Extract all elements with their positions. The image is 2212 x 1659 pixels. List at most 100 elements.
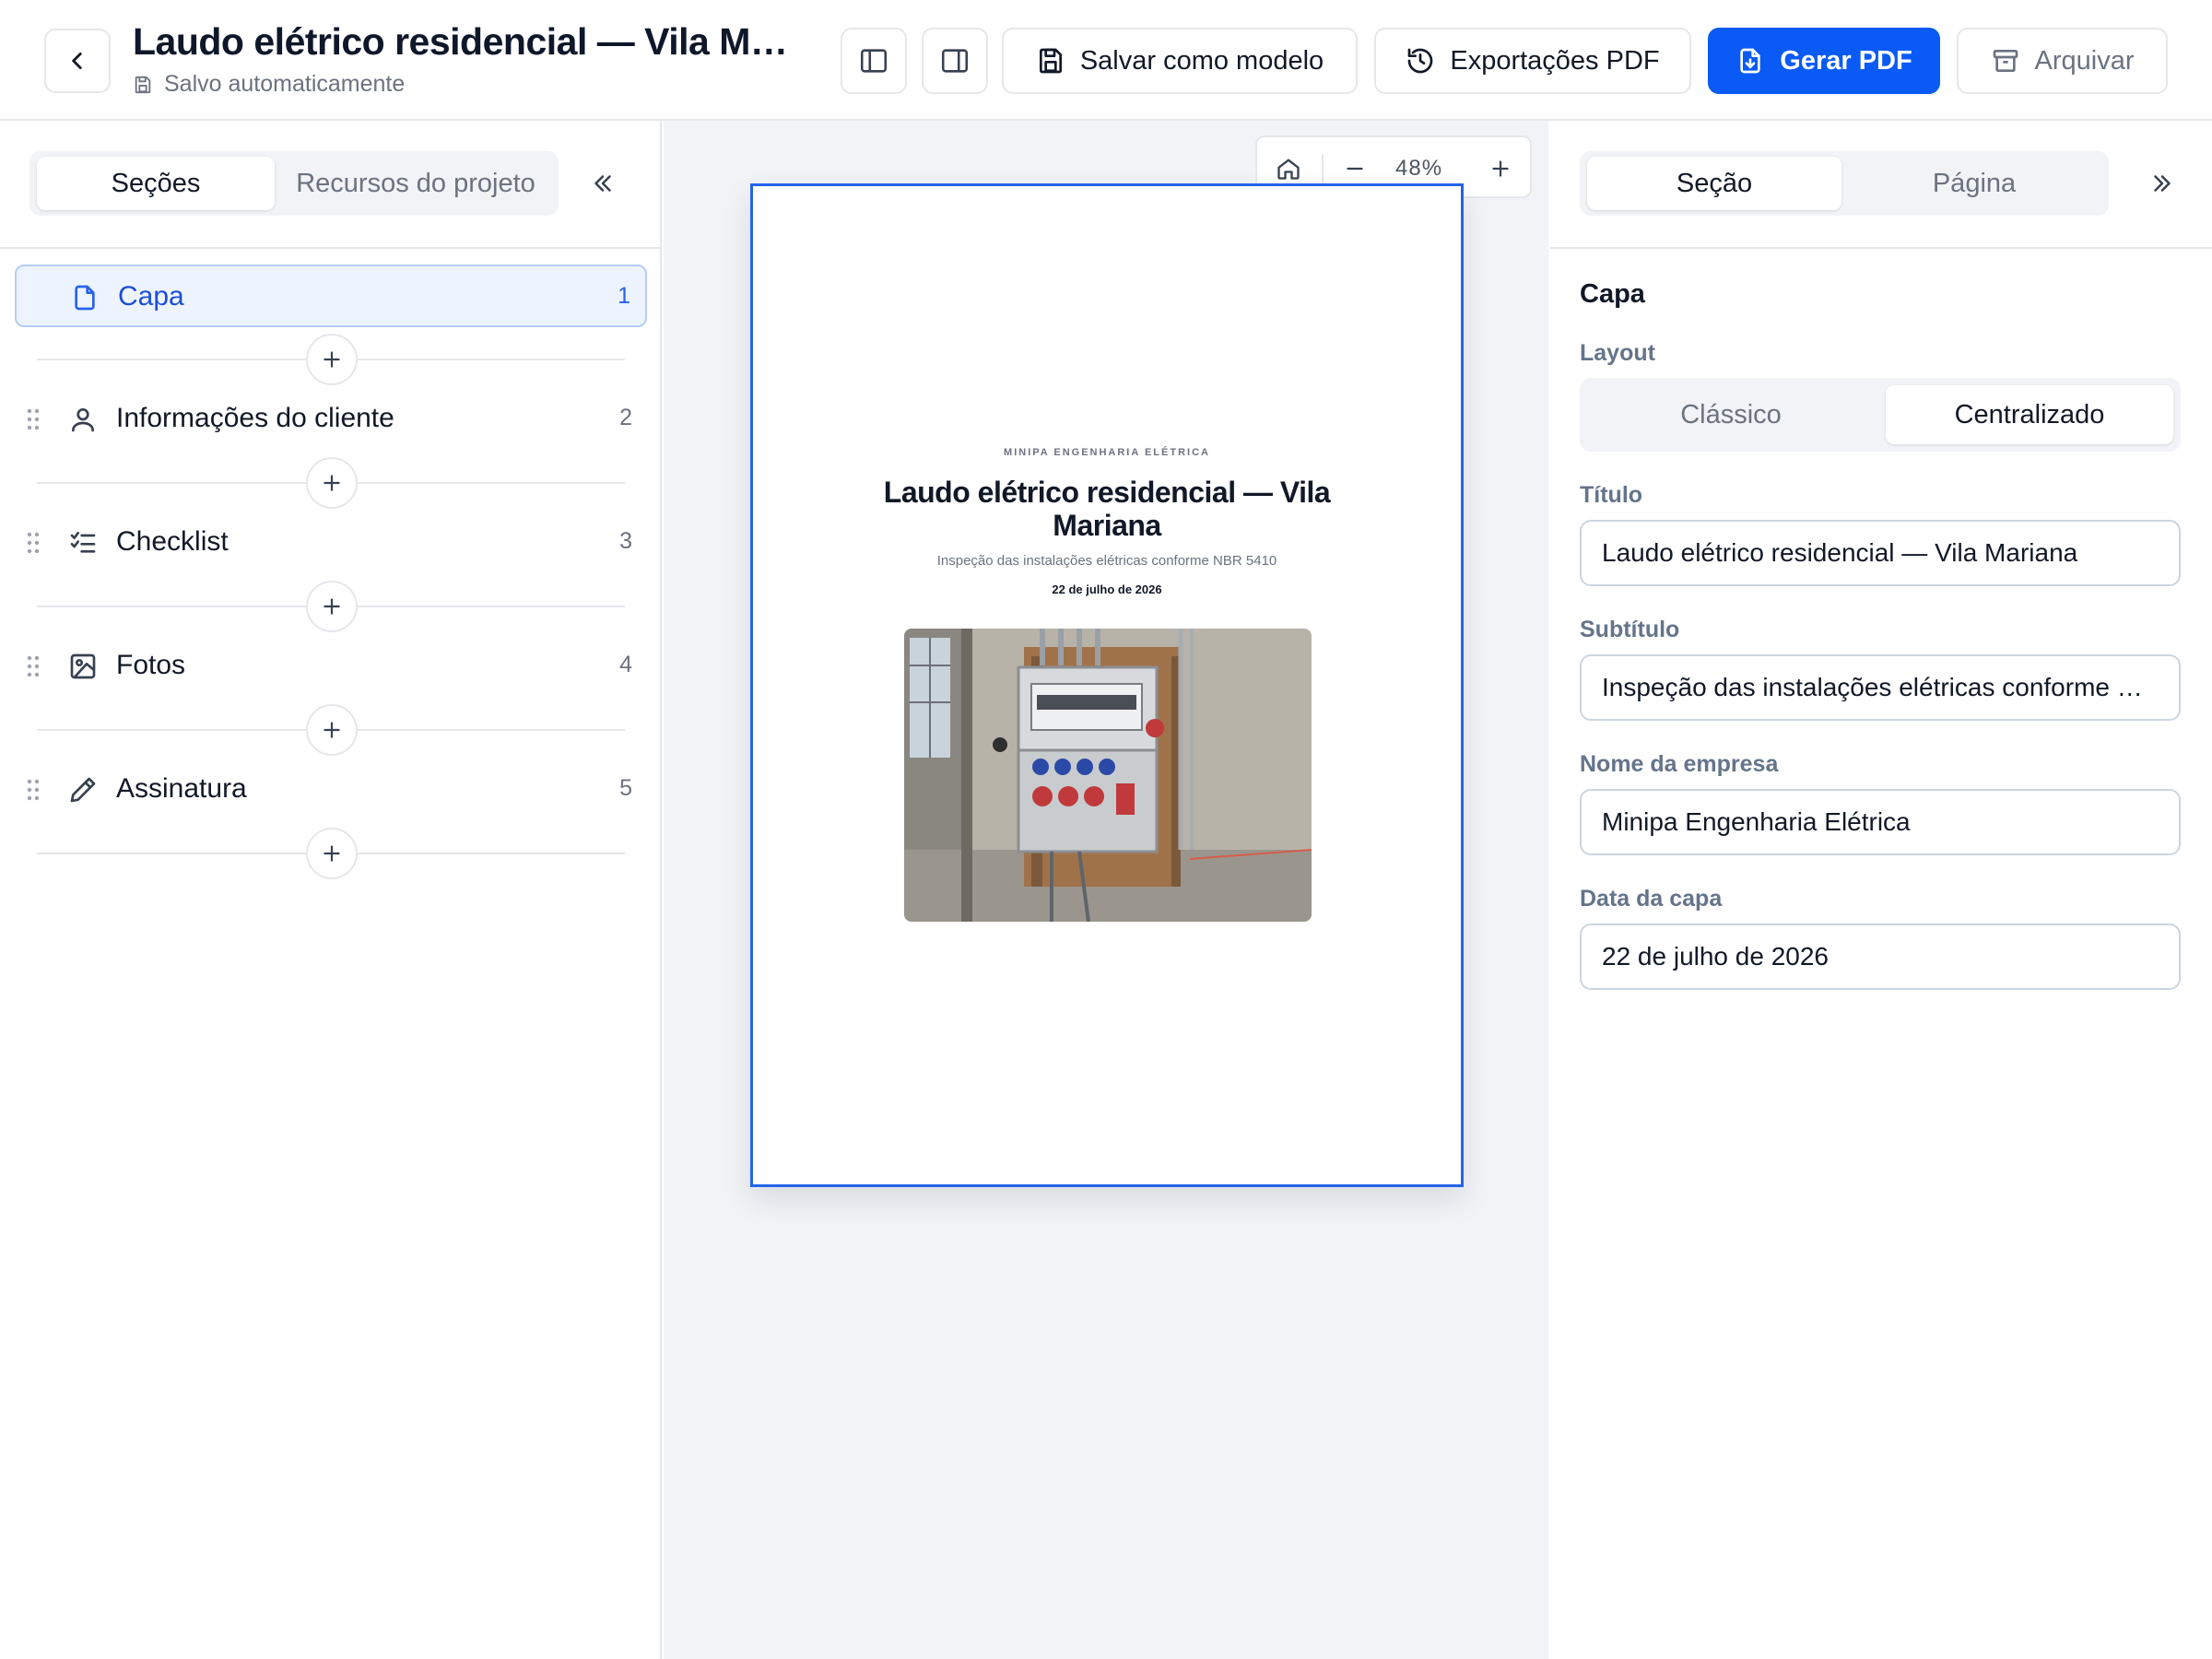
zoom-out-button[interactable] — [1338, 152, 1371, 185]
panel-right-icon — [941, 49, 969, 73]
save-icon — [135, 76, 151, 93]
left-tab-bar: Seções Recursos do projeto — [29, 151, 559, 216]
tab-project-resources[interactable]: Recursos do projeto — [278, 157, 553, 210]
plus-icon — [1492, 160, 1509, 177]
company-field-label: Nome da empresa — [1580, 751, 1779, 777]
image-icon — [70, 653, 96, 679]
tab-page[interactable]: Página — [1847, 157, 2101, 210]
section-number: 1 — [618, 283, 630, 309]
page-preview[interactable]: MINIPA ENGENHARIA ELÉTRICA Laudo elétric… — [750, 183, 1464, 1187]
collapse-right-panel-button[interactable] — [2140, 161, 2184, 206]
sections-panel: Seções Recursos do projeto Capa 1 Inform… — [0, 121, 662, 1659]
subtitle-field-label: Subtítulo — [1580, 617, 1680, 642]
section-item-signature[interactable]: Assinatura 5 — [15, 759, 647, 821]
section-number: 3 — [619, 528, 632, 554]
cover-subtitle: Inspeção das instalações elétricas confo… — [936, 553, 1277, 569]
plus-icon — [324, 845, 340, 862]
archive-label: Arquivar — [2034, 45, 2135, 76]
section-number: 5 — [619, 775, 632, 801]
toggle-left-panel-button[interactable] — [841, 28, 907, 94]
cover-date: 22 de julho de 2026 — [1052, 582, 1162, 596]
drag-handle-icon[interactable] — [26, 777, 41, 803]
top-toolbar: Laudo elétrico residencial — Vila Ma… Sa… — [0, 0, 2212, 121]
section-item-capa[interactable]: Capa 1 — [15, 265, 647, 327]
add-section-row — [37, 581, 625, 632]
section-number: 2 — [619, 405, 632, 430]
add-section-row — [37, 704, 625, 756]
layout-label: Layout — [1580, 340, 1655, 366]
section-label: Assinatura — [116, 773, 247, 804]
history-icon — [1408, 48, 1433, 74]
cover-company: MINIPA ENGENHARIA ELÉTRICA — [1004, 447, 1210, 458]
section-label: Checklist — [116, 526, 229, 557]
add-section-button[interactable] — [306, 704, 358, 756]
chevrons-left-icon — [594, 175, 611, 192]
autosave-label: Salvo automaticamente — [164, 71, 406, 97]
autosave-status: Salvo automaticamente — [133, 71, 405, 98]
layout-option-centered[interactable]: Centralizado — [1886, 385, 2173, 444]
add-section-row — [37, 457, 625, 509]
save-as-template-button[interactable]: Salvar como modelo — [1002, 28, 1358, 94]
add-section-button[interactable] — [306, 828, 358, 879]
add-section-button[interactable] — [306, 581, 358, 632]
chevron-left-icon — [72, 53, 82, 69]
section-item-client-info[interactable]: Informações do cliente 2 — [15, 388, 647, 451]
company-input[interactable]: Minipa Engenharia Elétrica — [1580, 789, 2181, 855]
toggle-right-panel-button[interactable] — [922, 28, 988, 94]
divider — [0, 247, 660, 249]
pencil-icon — [70, 777, 96, 803]
tab-sections[interactable]: Seções — [37, 157, 275, 210]
title-input[interactable]: Laudo elétrico residencial — Vila Marian… — [1580, 520, 2181, 586]
section-number: 4 — [619, 652, 632, 677]
panel-left-icon — [860, 49, 888, 73]
drag-handle-icon[interactable] — [26, 406, 41, 432]
document-title: Laudo elétrico residencial — Vila Ma… — [133, 20, 796, 63]
home-icon — [1277, 159, 1300, 180]
zoom-level: 48% — [1395, 156, 1443, 181]
file-icon — [75, 285, 95, 311]
electrical-panel-photo — [904, 629, 1312, 922]
add-section-button[interactable] — [306, 334, 358, 385]
section-label: Capa — [118, 281, 184, 312]
plus-icon — [324, 598, 340, 615]
title-field-label: Título — [1580, 482, 1643, 508]
chevrons-right-icon — [2154, 175, 2171, 192]
section-item-photos[interactable]: Fotos 4 — [15, 635, 647, 698]
generate-pdf-label: Gerar PDF — [1780, 45, 1912, 76]
archive-button[interactable]: Arquivar — [1957, 28, 2168, 94]
archive-icon — [1993, 50, 2018, 72]
plus-icon — [324, 475, 340, 491]
add-section-button[interactable] — [306, 457, 358, 509]
layout-toggle: Clássico Centralizado — [1580, 378, 2181, 452]
right-tab-bar: Seção Página — [1580, 151, 2109, 216]
save-icon — [1039, 48, 1062, 74]
pdf-exports-label: Exportações PDF — [1450, 45, 1660, 76]
back-button[interactable] — [44, 29, 111, 93]
section-heading: Capa — [1580, 279, 1645, 309]
add-section-row — [37, 334, 625, 385]
drag-handle-icon[interactable] — [26, 530, 41, 556]
section-label: Informações do cliente — [116, 403, 394, 433]
section-label: Fotos — [116, 650, 186, 680]
divider — [1322, 154, 1324, 183]
cover-date-input[interactable]: 22 de julho de 2026 — [1580, 924, 2181, 990]
generate-pdf-button[interactable]: Gerar PDF — [1708, 28, 1940, 94]
pdf-exports-button[interactable]: Exportações PDF — [1374, 28, 1691, 94]
date-field-label: Data da capa — [1580, 886, 1723, 912]
zoom-in-button[interactable] — [1484, 152, 1517, 185]
section-item-checklist[interactable]: Checklist 3 — [15, 512, 647, 574]
divider — [1550, 247, 2212, 249]
cover-title: Laudo elétrico residencial — Vila Marian… — [883, 476, 1331, 542]
minus-icon — [1347, 167, 1363, 171]
layout-option-classic[interactable]: Clássico — [1587, 385, 1875, 444]
subtitle-input[interactable]: Inspeção das instalações elétricas confo… — [1580, 654, 2181, 721]
cover-photo — [904, 629, 1312, 922]
collapse-left-panel-button[interactable] — [581, 161, 625, 206]
add-section-row — [37, 828, 625, 879]
checklist-icon — [70, 532, 96, 553]
drag-handle-icon[interactable] — [26, 653, 41, 679]
fit-page-button[interactable] — [1272, 152, 1305, 185]
properties-panel: Seção Página Capa Layout Clássico Centra… — [1550, 121, 2212, 1659]
preview-canvas: 48% MINIPA ENGENHARIA ELÉTRICA Laudo elé… — [664, 121, 1548, 1659]
tab-section[interactable]: Seção — [1587, 157, 1841, 210]
